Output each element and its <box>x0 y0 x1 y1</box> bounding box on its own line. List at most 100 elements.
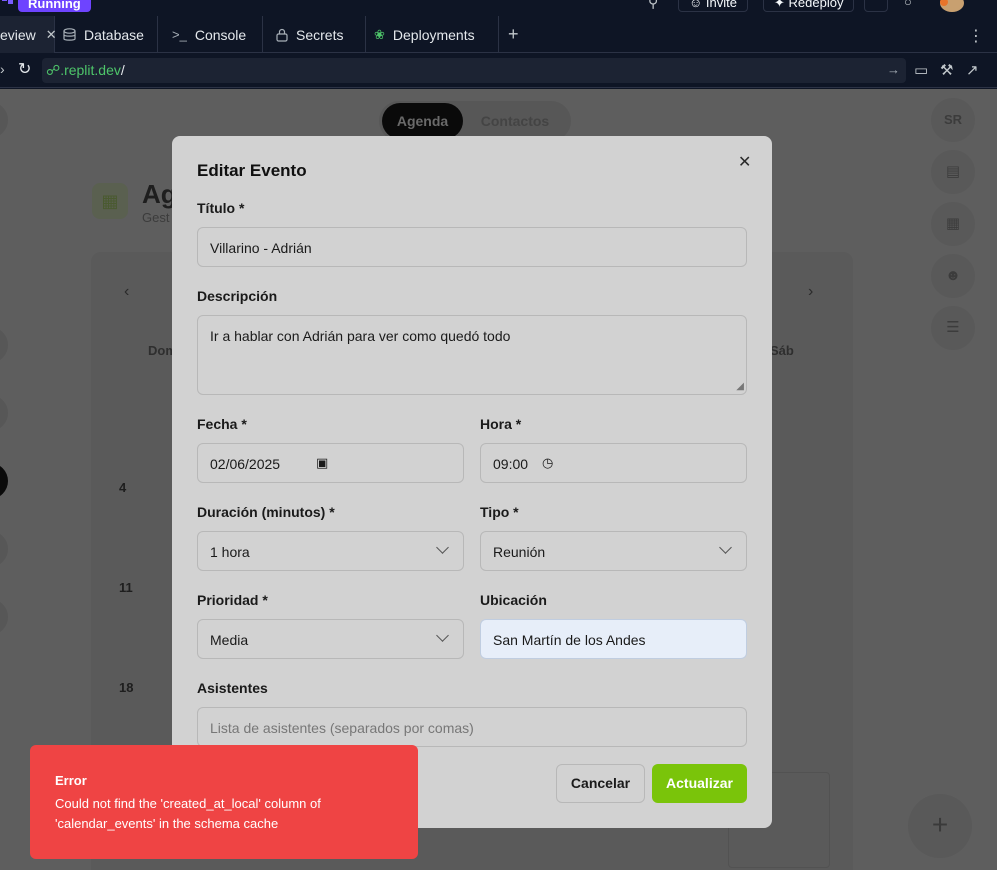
url-path: / <box>120 62 125 78</box>
sidebar-button[interactable] <box>0 599 8 635</box>
date-label: Fecha * <box>197 416 247 432</box>
calendar-icon: ▦ <box>92 183 128 219</box>
tab-label: Secrets <box>296 26 344 43</box>
time-value: 09:00 <box>493 456 529 472</box>
description-label: Descripción <box>197 288 278 304</box>
title-label: Título * <box>197 200 245 216</box>
profile-avatar[interactable]: SR <box>931 98 975 142</box>
redeploy-icon: ✦ <box>774 0 785 10</box>
sidebar-button-active[interactable] <box>0 463 8 499</box>
chevron-down-icon <box>719 541 732 554</box>
forward-arrow-icon[interactable]: › <box>0 61 5 77</box>
prev-month-chevron-icon[interactable]: ‹ <box>124 283 129 301</box>
attendees-label: Asistentes <box>197 680 268 696</box>
page-subtitle: Gest <box>142 210 170 225</box>
resize-handle-icon[interactable]: ◢ <box>736 381 744 392</box>
clock-icon[interactable]: ◷ <box>542 455 553 471</box>
tab-contactos[interactable]: Contactos <box>470 103 560 139</box>
time-input[interactable]: 09:00 ◷ <box>480 443 747 483</box>
link-icon: ☍ <box>46 62 61 78</box>
notifications-bell-icon[interactable]: ○ <box>904 0 912 9</box>
type-select[interactable]: Reunión <box>480 531 747 571</box>
search-icon[interactable]: ⚲ <box>648 0 658 11</box>
tab-secrets[interactable]: Secrets <box>263 16 366 53</box>
add-event-fab[interactable]: + <box>908 794 972 858</box>
attendees-placeholder: Lista de asistentes (separados por comas… <box>210 720 474 736</box>
toast-message: Could not find the 'created_at_local' co… <box>55 796 321 831</box>
description-value: Ir a hablar con Adrián para ver como que… <box>210 328 511 344</box>
duration-label: Duración (minutos) * <box>197 504 335 520</box>
priority-label: Prioridad * <box>197 592 268 608</box>
devices-icon[interactable]: ▭ <box>914 61 928 79</box>
url-input[interactable]: ☍.replit.dev/ → <box>42 58 906 83</box>
tab-label: Database <box>84 26 144 43</box>
reload-icon[interactable]: ↻ <box>18 59 31 79</box>
more-options-icon[interactable]: ⋮ <box>968 26 984 46</box>
title-value: Villarino - Adrián <box>210 240 312 256</box>
attendees-input[interactable]: Lista de asistentes (separados por comas… <box>197 707 747 747</box>
tab-console[interactable]: >_ Console <box>158 16 263 53</box>
invite-icon: ☺ <box>689 0 703 10</box>
duration-value: 1 hora <box>210 544 250 560</box>
week-day-number: 18 <box>119 680 134 695</box>
webview-url-bar: › ↻ ☍.replit.dev/ → ▭ ⚒ ↗ <box>0 53 997 88</box>
replit-logo-icon <box>2 0 13 4</box>
duration-select[interactable]: 1 hora <box>197 531 464 571</box>
ide-tab-bar: eview ✕ Database >_ Console Secrets ❀ De… <box>0 16 997 53</box>
date-input[interactable]: 02/06/2025 ▣ <box>197 443 464 483</box>
user-avatar[interactable] <box>940 0 964 12</box>
calendar-picker-icon[interactable]: ▣ <box>316 455 328 471</box>
update-button[interactable]: Actualizar <box>652 764 747 803</box>
error-toast: Error Could not find the 'created_at_loc… <box>30 745 418 859</box>
lock-icon <box>276 28 288 42</box>
close-icon[interactable]: ✕ <box>738 152 751 172</box>
url-text: ☍.replit.dev/ <box>46 62 125 79</box>
tab-database[interactable]: Database <box>55 16 158 53</box>
run-status-badge[interactable]: Running <box>18 0 91 12</box>
redeploy-button[interactable]: ✦ Redeploy <box>763 0 855 12</box>
priority-value: Media <box>210 632 249 648</box>
type-value: Reunión <box>493 544 546 560</box>
chevron-down-icon <box>436 629 449 642</box>
go-arrow-icon[interactable]: → <box>887 62 900 77</box>
next-month-chevron-icon[interactable]: › <box>808 283 813 301</box>
time-label: Hora * <box>480 416 522 432</box>
priority-select[interactable]: Media <box>197 619 464 659</box>
add-tab-button[interactable]: + <box>508 24 519 45</box>
deploy-icon: ❀ <box>374 26 385 42</box>
calendar-rail-icon[interactable]: ▦ <box>931 202 975 246</box>
redeploy-label: Redeploy <box>788 0 844 10</box>
chevron-down-icon <box>436 541 449 554</box>
open-external-icon[interactable]: ↗ <box>966 61 979 79</box>
date-value: 02/06/2025 <box>210 456 281 472</box>
description-textarea[interactable]: Ir a hablar con Adrián para ver como que… <box>197 315 747 395</box>
console-icon: >_ <box>172 27 187 42</box>
modal-title: Editar Evento <box>197 161 307 180</box>
title-input[interactable]: Villarino - Adrián <box>197 227 747 267</box>
devtools-wrench-icon[interactable]: ⚒ <box>940 61 953 79</box>
avatar-status-dot <box>940 0 948 6</box>
user-check-icon[interactable]: ☻ <box>931 254 975 298</box>
sidebar-button[interactable] <box>0 531 8 567</box>
sidebar-button[interactable] <box>0 102 8 138</box>
week-day-number: 11 <box>119 580 133 595</box>
cancel-button[interactable]: Cancelar <box>556 764 645 803</box>
tab-deployments[interactable]: ❀ Deployments <box>366 16 499 53</box>
sidebar-button[interactable] <box>0 395 8 431</box>
library-icon[interactable]: ☰ <box>931 306 975 350</box>
type-label: Tipo * <box>480 504 519 520</box>
layout-toggle-button[interactable] <box>864 0 888 12</box>
invite-label: Invite <box>705 0 737 10</box>
weekday-header-sat: Sáb <box>770 343 794 358</box>
week-day-number: 4 <box>119 480 127 495</box>
folder-icon[interactable]: ▤ <box>931 150 975 194</box>
location-input[interactable]: San Martín de los Andes <box>480 619 747 659</box>
location-label: Ubicación <box>480 592 547 608</box>
sidebar-button[interactable] <box>0 327 8 363</box>
url-host: .replit.dev <box>60 62 121 78</box>
tab-agenda[interactable]: Agenda <box>382 103 463 139</box>
invite-button[interactable]: ☺ Invite <box>678 0 748 12</box>
tab-webview[interactable]: eview ✕ <box>0 16 57 53</box>
tab-label: eview <box>0 26 36 43</box>
tab-label: Deployments <box>392 26 475 43</box>
